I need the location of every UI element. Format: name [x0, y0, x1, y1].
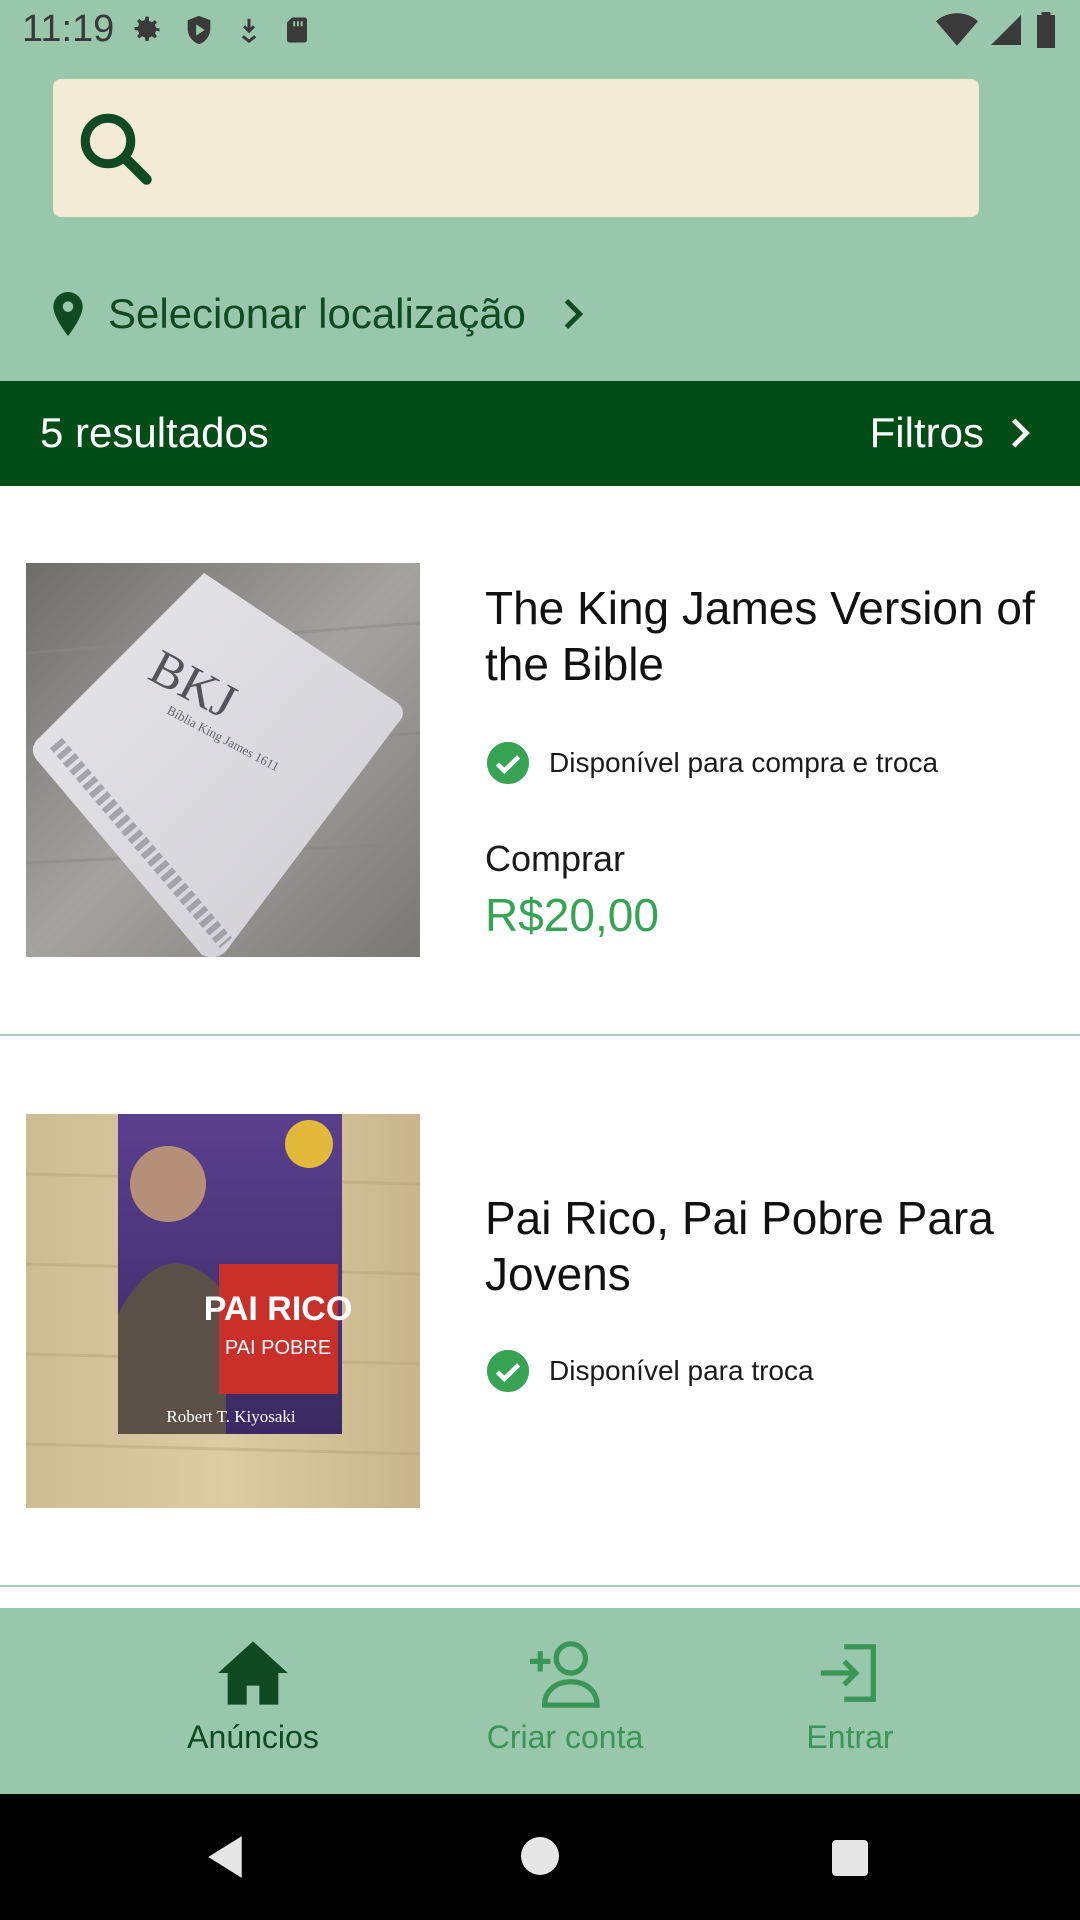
results-bar: 5 resultados Filtros	[0, 381, 1080, 486]
chevron-right-icon	[1011, 418, 1030, 448]
home-button-icon[interactable]	[520, 1836, 560, 1876]
nav-anuncios[interactable]: Anúncios	[123, 1638, 383, 1756]
status-bar: 11:19	[0, 0, 1080, 62]
bottom-navigation: Anúncios Criar conta Entrar	[0, 1608, 1080, 1794]
shield-icon	[187, 15, 211, 45]
filters-button[interactable]: Filtros	[870, 403, 1032, 463]
header: Selecionar localização	[0, 62, 1080, 381]
wifi-icon	[936, 13, 978, 46]
book-cover-image: BKJ Bíblia King James 1611	[26, 563, 420, 957]
listing-title: The King James Version of the Bible	[485, 582, 1035, 690]
location-selector[interactable]: Selecionar localização	[50, 269, 586, 359]
check-circle-icon	[486, 1349, 530, 1393]
back-icon[interactable]	[204, 1834, 246, 1880]
search-box[interactable]	[53, 79, 979, 217]
add-user-icon	[530, 1641, 600, 1708]
listing-item[interactable]: BKJ Bíblia King James 1611 The King Jame…	[0, 486, 1080, 1036]
battery-icon	[1037, 12, 1055, 48]
nav-label: Entrar	[806, 1719, 894, 1755]
check-circle-icon	[486, 741, 530, 785]
location-pin-icon	[53, 292, 83, 336]
availability-row: Disponível para troca	[485, 1348, 814, 1394]
list-divider	[0, 1034, 1080, 1036]
price: R$20,00	[485, 889, 659, 941]
nav-entrar[interactable]: Entrar	[720, 1638, 980, 1756]
search-input[interactable]	[173, 99, 957, 199]
search-icon[interactable]	[73, 106, 157, 190]
book-cover-image: PAI RICO PAI POBRE Robert T. Kiyosaki	[26, 1114, 420, 1508]
availability-text: Disponível para compra e troca	[549, 747, 939, 778]
filters-label: Filtros	[869, 409, 984, 456]
recents-icon[interactable]	[830, 1838, 870, 1878]
system-navigation-bar	[0, 1794, 1080, 1920]
nav-label: Criar conta	[486, 1719, 644, 1755]
signal-icon	[991, 15, 1021, 45]
nav-label: Anúncios	[187, 1719, 319, 1755]
list-divider	[0, 1585, 1080, 1587]
listing-item[interactable]: PAI RICO PAI POBRE Robert T. Kiyosaki Pa…	[0, 1038, 1080, 1586]
location-label: Selecionar localização	[108, 290, 526, 337]
sd-card-icon	[287, 17, 307, 43]
nav-criar-conta[interactable]: Criar conta	[435, 1638, 695, 1756]
login-icon	[820, 1644, 876, 1702]
cover-title-text: PAI RICO	[204, 1290, 353, 1328]
availability-text: Disponível para troca	[549, 1355, 814, 1386]
chevron-right-icon	[564, 299, 584, 329]
results-count: 5 resultados	[40, 409, 269, 456]
status-time: 11:19	[22, 8, 115, 50]
cover-subtitle-text: PAI POBRE	[225, 1337, 331, 1359]
buy-label: Comprar	[485, 838, 626, 879]
home-icon	[218, 1641, 288, 1705]
cover-author-text: Robert T. Kiyosaki	[166, 1407, 295, 1426]
availability-row: Disponível para compra e troca	[485, 740, 938, 786]
listing-title: Pai Rico, Pai Pobre Para Jovens	[485, 1192, 994, 1300]
download-icon	[241, 18, 257, 44]
gear-icon	[134, 16, 160, 41]
